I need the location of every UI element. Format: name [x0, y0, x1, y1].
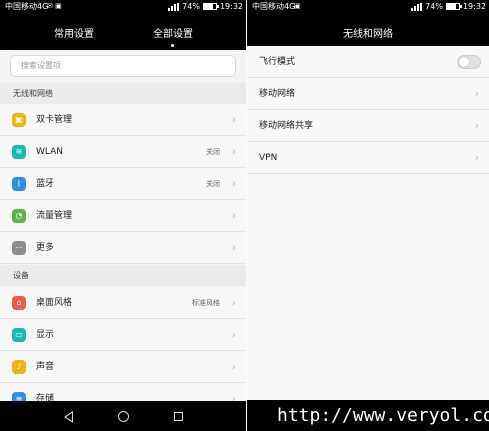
chevron-right-icon: ›	[231, 113, 236, 126]
wifi-icon: ≋	[12, 145, 26, 159]
battery-icon	[445, 3, 462, 10]
display-icon: ▭	[12, 328, 26, 342]
settings-item-tethering[interactable]: 移动网络共享 ›	[247, 110, 489, 142]
more-icon: ⋯	[12, 241, 26, 255]
settings-item-sound[interactable]: ♪ 声音 ›	[0, 351, 246, 383]
active-tab-indicator	[171, 44, 174, 47]
clock: 19:32	[462, 2, 486, 11]
bluetooth-icon: ᛒ	[12, 177, 26, 191]
page-title: 无线和网络	[343, 29, 393, 40]
settings-item-vpn[interactable]: VPN ›	[247, 142, 489, 174]
carrier-label: 中国移动4G	[5, 2, 49, 11]
tab-bar: 常用设置 全部设置	[0, 13, 246, 50]
airplane-mode-toggle[interactable]	[457, 55, 481, 69]
left-screen: 中国移动4G ✉ ▣ 74% 19:32 常用设置 全部设置 搜索设置项 无线和…	[0, 0, 246, 431]
settings-item-label: 声音	[36, 362, 55, 372]
tab-all-settings[interactable]: 全部设置	[133, 25, 213, 40]
section-header-device: 设备	[0, 265, 246, 286]
settings-item-airplane-mode[interactable]: 飞行模式	[247, 46, 489, 78]
settings-item-label: VPN	[259, 153, 278, 163]
chevron-right-icon: ›	[474, 87, 479, 100]
dual-sim-icon: ▣	[12, 113, 26, 127]
battery-percent: 74%	[182, 2, 200, 11]
chevron-right-icon: ›	[231, 360, 236, 373]
chevron-right-icon: ›	[231, 296, 236, 309]
settings-item-wlan[interactable]: ≋ WLAN 关闭 ›	[0, 136, 246, 168]
settings-item-value: 标准风格	[192, 299, 220, 307]
settings-item-label: 流量管理	[36, 211, 73, 221]
status-bar: 中国移动4G ✉ ▣ 74% 19:32	[0, 0, 246, 13]
settings-item-label: 桌面风格	[36, 298, 73, 308]
watermark: http://www.veryol.com	[247, 400, 489, 431]
battery-percent: 74%	[425, 2, 443, 11]
settings-item-label: 移动网络	[259, 89, 296, 99]
settings-item-data-usage[interactable]: ◔ 流量管理 ›	[0, 200, 246, 232]
settings-item-label: 更多	[36, 243, 55, 253]
toggle-knob	[459, 57, 469, 67]
chevron-right-icon: ›	[231, 241, 236, 254]
right-screen: 中国移动4G ▣ 74% 19:32 无线和网络 飞行模式 移动网络 › 移动网…	[247, 0, 489, 431]
chevron-right-icon: ›	[231, 328, 236, 341]
chevron-right-icon: ›	[231, 177, 236, 190]
settings-item-label: 蓝牙	[36, 179, 55, 189]
data-usage-icon: ◔	[12, 209, 26, 223]
chevron-right-icon: ›	[231, 145, 236, 158]
carrier-label: 中国移动4G	[252, 2, 296, 11]
settings-item-display[interactable]: ▭ 显示 ›	[0, 319, 246, 351]
settings-item-value: 关闭	[206, 180, 220, 188]
sound-icon: ♪	[12, 360, 26, 374]
settings-item-label: WLAN	[36, 147, 64, 157]
settings-item-label: 移动网络共享	[259, 121, 314, 131]
recent-apps-icon[interactable]	[168, 401, 188, 431]
signal-icon	[168, 2, 180, 11]
home-style-icon: ⌂	[12, 296, 26, 310]
chevron-right-icon: ›	[231, 209, 236, 222]
chevron-right-icon: ›	[474, 119, 479, 132]
settings-item-home-style[interactable]: ⌂ 桌面风格 标准风格 ›	[0, 287, 246, 319]
signal-icon	[411, 2, 423, 11]
clock: 19:32	[219, 2, 243, 11]
battery-icon	[202, 3, 219, 10]
section-header-wireless: 无线和网络	[0, 83, 246, 104]
notification-icons: ✉ ▣	[47, 2, 62, 10]
settings-item-mobile-network[interactable]: 移动网络 ›	[247, 78, 489, 110]
chevron-right-icon: ›	[474, 151, 479, 164]
navigation-bar	[0, 401, 246, 431]
settings-item-bluetooth[interactable]: ᛒ 蓝牙 关闭 ›	[0, 168, 246, 200]
tab-common-settings[interactable]: 常用设置	[34, 25, 114, 40]
page-title-bar: 无线和网络	[247, 13, 489, 50]
settings-item-label: 双卡管理	[36, 115, 73, 125]
settings-item-value: 关闭	[206, 148, 220, 156]
settings-item-dual-sim[interactable]: ▣ 双卡管理 ›	[0, 104, 246, 136]
home-icon[interactable]	[113, 401, 133, 431]
settings-item-label: 显示	[36, 330, 55, 340]
status-bar: 中国移动4G ▣ 74% 19:32	[247, 0, 489, 13]
notification-icons: ▣	[294, 2, 301, 10]
back-icon[interactable]	[58, 401, 78, 431]
settings-item-label: 飞行模式	[259, 57, 296, 67]
search-input[interactable]: 搜索设置项	[10, 55, 236, 77]
settings-item-more[interactable]: ⋯ 更多 ›	[0, 232, 246, 264]
